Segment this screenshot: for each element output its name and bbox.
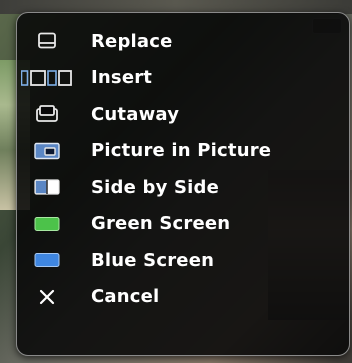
menu-item-label: Cutaway (91, 103, 180, 125)
menu-item-green-screen[interactable]: Green Screen (17, 206, 349, 243)
menu-item-label: Green Screen (91, 213, 231, 235)
close-icon (17, 285, 77, 309)
side-by-side-icon (17, 175, 77, 199)
app-background: Replace Insert Cutaway Picture in Pictur… (0, 0, 352, 363)
blue-screen-icon (17, 248, 77, 272)
menu-item-label: Side by Side (91, 176, 220, 198)
menu-item-cancel[interactable]: Cancel (17, 279, 349, 316)
replace-icon (17, 29, 77, 53)
menu-item-picture-in-picture[interactable]: Picture in Picture (17, 133, 349, 170)
menu-item-label: Picture in Picture (91, 140, 272, 162)
menu-item-label: Insert (91, 67, 153, 89)
menu-item-label: Blue Screen (91, 249, 215, 271)
menu-item-side-by-side[interactable]: Side by Side (17, 169, 349, 206)
menu-item-insert[interactable]: Insert (17, 60, 349, 97)
menu-item-blue-screen[interactable]: Blue Screen (17, 242, 349, 279)
insert-icon (17, 66, 77, 90)
green-screen-icon (17, 212, 77, 236)
cutaway-icon (17, 102, 77, 126)
menu-item-label: Replace (91, 30, 173, 52)
menu-item-label: Cancel (91, 286, 160, 308)
menu-item-replace[interactable]: Replace (17, 23, 349, 60)
menu-item-cutaway[interactable]: Cutaway (17, 96, 349, 133)
clip-drop-context-menu: Replace Insert Cutaway Picture in Pictur… (16, 12, 350, 356)
picture-in-picture-icon (17, 139, 77, 163)
